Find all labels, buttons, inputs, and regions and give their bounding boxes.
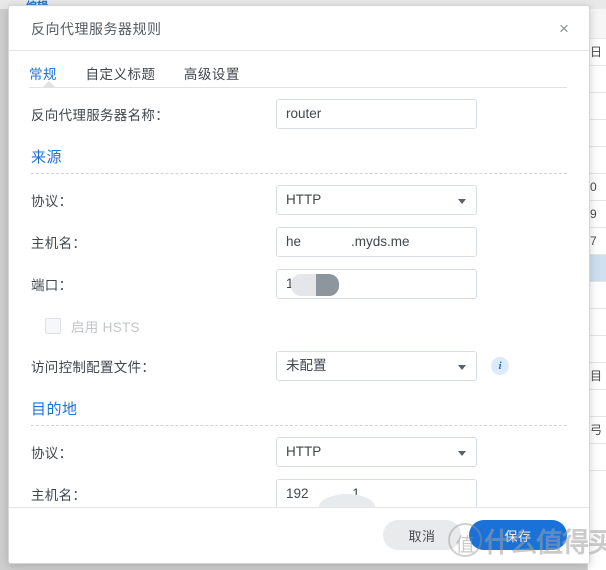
access-control-profile-select[interactable]: 未配置 [276, 351, 477, 381]
table-row: 9 [588, 201, 606, 228]
table-row [588, 93, 606, 120]
table-row: 7 [588, 228, 606, 255]
table-row [588, 282, 606, 309]
tab-active-caret-icon [42, 81, 56, 88]
tab-underline [29, 87, 567, 88]
dialog-form: 反向代理服务器名称： router 来源 协议： HTTP 主机名： he .my… [9, 98, 589, 551]
source-port-label: 端口： [31, 278, 73, 293]
access-control-profile-value: 未配置 [286, 358, 327, 373]
access-control-profile-label: 访问控制配置文件： [31, 360, 156, 375]
row-access-control-profile: 访问控制配置文件： 未配置 i [31, 350, 567, 382]
source-port-value-prefix: 1 [286, 276, 294, 291]
source-hostname-value-suffix: .myds.me [351, 234, 410, 249]
source-protocol-select[interactable]: HTTP [276, 185, 477, 215]
row-source-protocol: 协议： HTTP [31, 184, 567, 216]
tab-custom-header[interactable]: 自定义标题 [85, 63, 155, 83]
tab-advanced-settings[interactable]: 高级设置 [184, 63, 240, 83]
save-button[interactable]: 保存 [469, 520, 567, 550]
table-row: 日 [588, 39, 606, 66]
rule-name-label: 反向代理服务器名称： [31, 108, 169, 123]
enable-hsts-label: 启用 HSTS [71, 320, 140, 335]
row-destination-hostname: 主机名： 192.1 [31, 478, 567, 510]
source-section-header: 来源 [31, 146, 567, 174]
close-icon[interactable]: × [549, 14, 579, 44]
row-enable-hsts: 启用 HSTS [31, 312, 567, 340]
tab-general[interactable]: 常规 [29, 63, 57, 83]
tab-bar: 常规 自定义标题 高级设置 [9, 51, 589, 88]
source-section-title: 来源 [31, 149, 63, 166]
destination-hostname-value-suffix: .1 [348, 486, 360, 501]
info-icon[interactable]: i [491, 357, 509, 375]
destination-section-title: 目的地 [31, 401, 78, 418]
destination-section-header: 目的地 [31, 398, 567, 426]
destination-section-divider [31, 425, 567, 426]
chevron-down-icon [458, 365, 466, 370]
dialog-title: 反向代理服务器规则 [31, 21, 162, 37]
reverse-proxy-rule-dialog: 反向代理服务器规则 × 常规 自定义标题 高级设置 反向代理服务器名称： rou… [8, 5, 590, 564]
chevron-down-icon [458, 451, 466, 456]
table-row [588, 390, 606, 417]
table-row [588, 66, 606, 93]
source-section-divider [31, 173, 567, 174]
source-hostname-value-prefix: he [286, 234, 302, 249]
source-port-value-suffix: 0 [329, 276, 338, 291]
table-row [588, 9, 606, 39]
source-protocol-value: HTTP [286, 192, 322, 207]
table-row [588, 120, 606, 147]
dialog-titlebar: 反向代理服务器规则 × [9, 6, 589, 51]
table-row [588, 336, 606, 363]
chevron-down-icon [458, 199, 466, 204]
table-row: 0 [588, 174, 606, 201]
table-row: 目 [588, 363, 606, 390]
source-protocol-label: 协议： [31, 194, 73, 209]
table-row [588, 147, 606, 174]
row-destination-protocol: 协议： HTTP [31, 436, 567, 468]
row-rule-name: 反向代理服务器名称： router [31, 98, 567, 130]
table-row [588, 255, 606, 282]
destination-protocol-label: 协议： [31, 446, 73, 461]
source-hostname-label: 主机名： [31, 236, 87, 251]
cancel-button[interactable]: 取消 [383, 520, 461, 550]
source-port-input[interactable]: 10 [276, 269, 477, 299]
source-hostname-input[interactable]: he .myds.me [276, 227, 477, 257]
row-source-hostname: 主机名： he .myds.me [31, 226, 567, 258]
table-row [588, 309, 606, 336]
table-row: 弓 [588, 417, 606, 444]
destination-hostname-input[interactable]: 192.1 [276, 479, 477, 509]
destination-hostname-value-prefix: 192 [286, 486, 309, 501]
table-row [588, 444, 606, 471]
destination-protocol-value: HTTP [286, 444, 322, 459]
enable-hsts-checkbox[interactable] [45, 318, 61, 334]
rule-name-input[interactable]: router [276, 99, 477, 129]
destination-hostname-label: 主机名： [31, 488, 87, 503]
row-source-port: 端口： 10 [31, 268, 567, 300]
dialog-footer: 取消 保存 [9, 507, 589, 563]
destination-protocol-select[interactable]: HTTP [276, 437, 477, 467]
